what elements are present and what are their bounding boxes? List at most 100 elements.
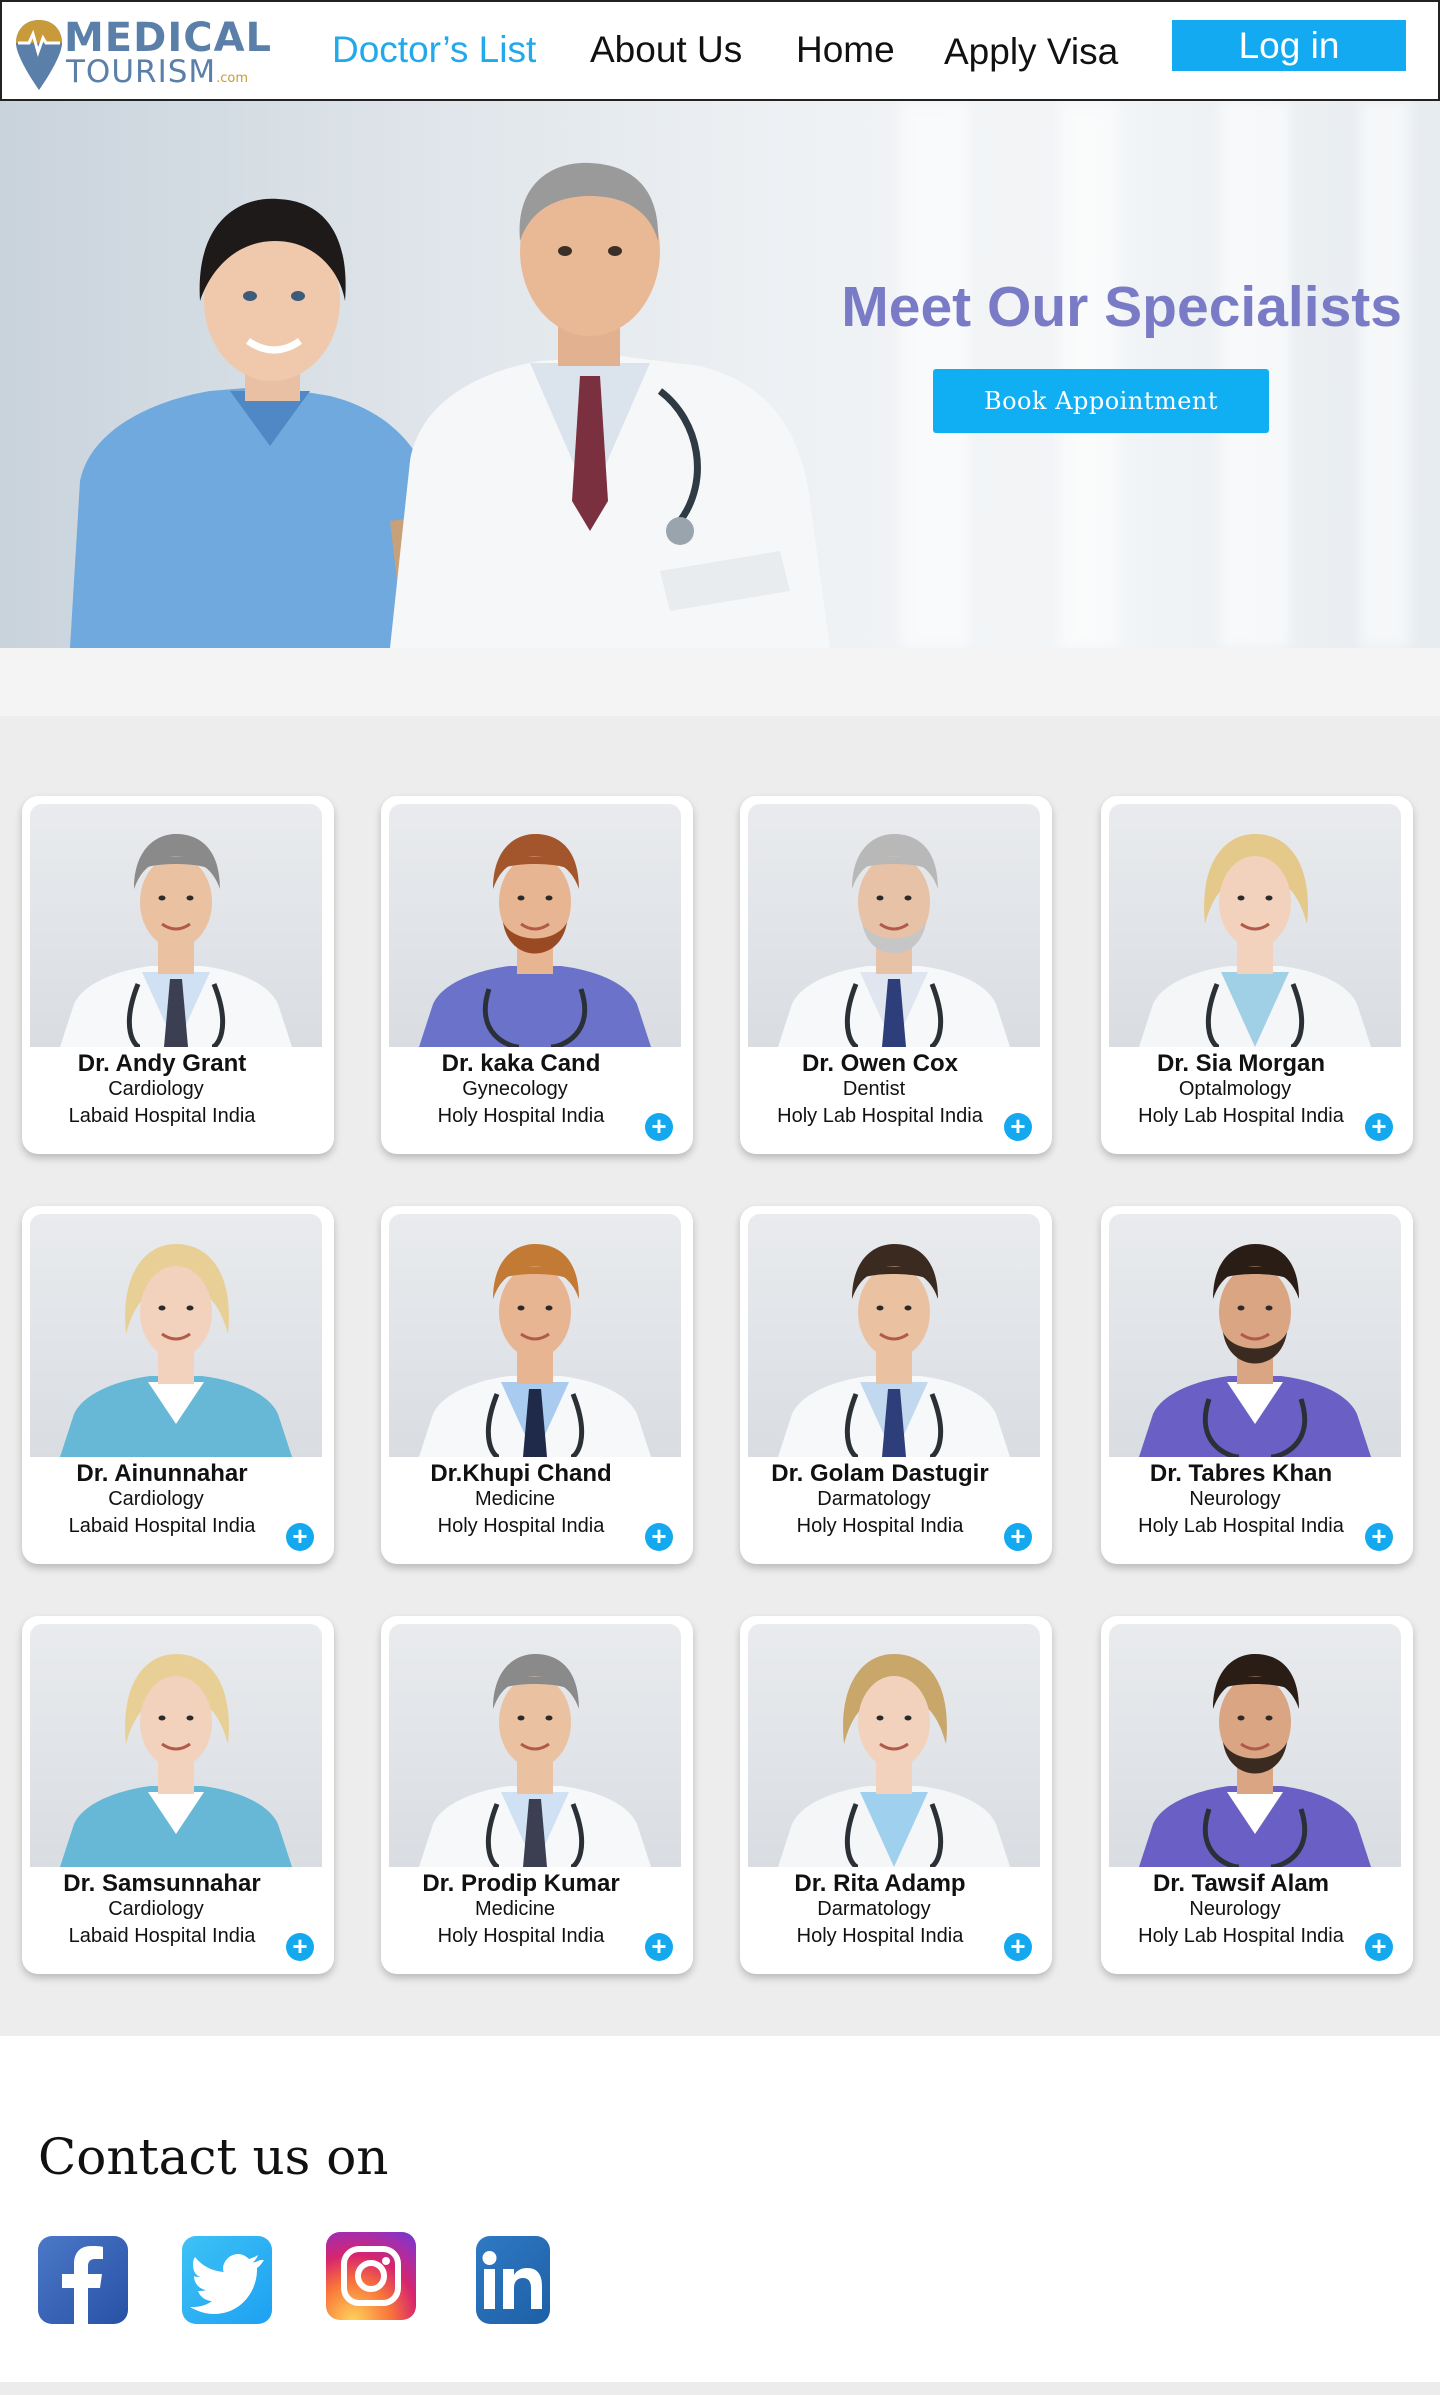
doctor-photo <box>389 804 681 1047</box>
add-doctor-icon[interactable]: + <box>1004 1933 1032 1961</box>
doctor-card[interactable]: Dr. Tabres Khan Neurology Holy Lab Hospi… <box>1101 1206 1413 1564</box>
nav-apply-visa[interactable]: Apply Visa <box>944 30 1118 74</box>
add-doctor-icon[interactable]: + <box>645 1113 673 1141</box>
doctor-name: Dr. Tabres Khan <box>1149 1460 1333 1487</box>
doctor-portrait <box>1139 834 1371 1047</box>
doctor-card[interactable]: Dr. Ainunnahar Cardiology Labaid Hospita… <box>22 1206 334 1564</box>
hero-banner: Meet Our Specialists Book Appointment <box>0 101 1440 648</box>
doctor-card[interactable]: Dr. Prodip Kumar Medicine Holy Hospital … <box>381 1616 693 1974</box>
doctor-portrait <box>60 834 292 1047</box>
doctor-photo <box>30 804 322 1047</box>
doctor-specialty: Darmatology <box>817 1898 931 1920</box>
doctor-hospital: Holy Hospital India <box>796 1515 964 1537</box>
top-navbar: MEDICAL TOURISM.com Doctor’s List About … <box>0 0 1440 101</box>
doctor-specialty: Neurology <box>1189 1898 1281 1920</box>
doctor-portrait <box>60 1244 292 1457</box>
instagram-icon[interactable] <box>326 2232 416 2320</box>
logo-pin-icon <box>16 20 62 90</box>
doctor-card[interactable]: Dr. Tawsif Alam Neurology Holy Lab Hospi… <box>1101 1616 1413 1974</box>
doctor-name: Dr. Golam Dastugir <box>771 1460 989 1487</box>
doctor-specialty: Medicine <box>474 1488 556 1510</box>
doctor-hospital: Holy Hospital India <box>796 1925 964 1947</box>
nav-home[interactable]: Home <box>796 28 895 72</box>
contact-title: Contact us on <box>38 2128 389 2186</box>
hero-doctors-image <box>70 162 830 648</box>
logo-text-medical: MEDICAL <box>64 15 273 61</box>
doctor-portrait <box>778 834 1010 1047</box>
doctor-photo <box>389 1214 681 1457</box>
add-doctor-icon[interactable]: + <box>1365 1113 1393 1141</box>
twitter-icon[interactable] <box>182 2236 272 2324</box>
doctor-portrait <box>1139 1244 1371 1457</box>
doctor-photo <box>748 1624 1040 1867</box>
add-doctor-icon[interactable]: + <box>645 1933 673 1961</box>
doctor-portrait <box>419 1244 651 1457</box>
add-doctor-icon[interactable]: + <box>286 1933 314 1961</box>
nav-doctors-list[interactable]: Doctor’s List <box>332 28 536 72</box>
nav-about-us[interactable]: About Us <box>590 28 742 72</box>
doctor-photo <box>389 1624 681 1867</box>
doctor-portrait <box>1139 1654 1371 1867</box>
doctor-hospital: Labaid Hospital India <box>68 1105 256 1127</box>
doctor-card[interactable]: Dr. Golam Dastugir Darmatology Holy Hosp… <box>740 1206 1052 1564</box>
doctor-specialty: Medicine <box>474 1898 556 1920</box>
doctor-name: Dr. Andy Grant <box>77 1050 247 1077</box>
logo[interactable]: MEDICAL TOURISM.com <box>14 16 271 92</box>
hero-window-light <box>1360 101 1410 648</box>
doctor-photo <box>1109 1214 1401 1457</box>
doctor-name: Dr. kaka Cand <box>441 1050 601 1077</box>
linkedin-icon[interactable] <box>476 2236 550 2324</box>
doctor-hospital: Labaid Hospital India <box>68 1515 256 1537</box>
footer-bar <box>0 2382 1440 2395</box>
add-doctor-icon[interactable]: + <box>645 1523 673 1551</box>
doctor-name: Dr. Prodip Kumar <box>422 1870 620 1897</box>
doctor-specialty: Gynecology <box>462 1078 568 1100</box>
doctor-card[interactable]: Dr. Samsunnahar Cardiology Labaid Hospit… <box>22 1616 334 1974</box>
doctor-specialty: Cardiology <box>108 1488 204 1510</box>
doctor-name: Dr. Ainunnahar <box>76 1460 248 1487</box>
doctor-photo <box>1109 1624 1401 1867</box>
doctor-hospital: Labaid Hospital India <box>68 1925 256 1947</box>
add-doctor-icon[interactable]: + <box>286 1523 314 1551</box>
doctor-specialty: Cardiology <box>108 1078 204 1100</box>
book-appointment-button[interactable]: Book Appointment <box>933 369 1269 433</box>
doctor-hospital: Holy Hospital India <box>437 1515 605 1537</box>
doctor-portrait <box>419 834 651 1047</box>
hero-title: Meet Our Specialists <box>841 275 1402 339</box>
doctor-name: Dr. Samsunnahar <box>63 1870 261 1897</box>
doctor-name: Dr. Owen Cox <box>801 1050 959 1077</box>
login-button[interactable]: Log in <box>1172 20 1406 71</box>
doctor-card[interactable]: Dr. Owen Cox Dentist Holy Lab Hospital I… <box>740 796 1052 1154</box>
add-doctor-icon[interactable]: + <box>1365 1933 1393 1961</box>
doctor-card[interactable]: Dr. Rita Adamp Darmatology Holy Hospital… <box>740 1616 1052 1974</box>
add-doctor-icon[interactable]: + <box>1004 1523 1032 1551</box>
contact-section: Contact us on <box>0 2036 1440 2382</box>
doctor-specialty: Optalmology <box>1178 1078 1292 1100</box>
doctor-hospital: Holy Lab Hospital India <box>1138 1105 1344 1127</box>
doctor-portrait <box>60 1654 292 1867</box>
doctor-photo <box>30 1624 322 1867</box>
doctor-hospital: Holy Hospital India <box>437 1925 605 1947</box>
doctor-portrait <box>778 1654 1010 1867</box>
doctor-photo <box>30 1214 322 1457</box>
add-doctor-icon[interactable]: + <box>1365 1523 1393 1551</box>
doctor-specialty: Cardiology <box>108 1898 204 1920</box>
doctor-card[interactable]: Dr. kaka Cand Gynecology Holy Hospital I… <box>381 796 693 1154</box>
doctor-hospital: Holy Lab Hospital India <box>1138 1925 1344 1947</box>
doctor-specialty: Neurology <box>1189 1488 1281 1510</box>
doctor-card[interactable]: Dr. Sia Morgan Optalmology Holy Lab Hosp… <box>1101 796 1413 1154</box>
doctor-name: Dr. Sia Morgan <box>1156 1050 1326 1077</box>
doctor-photo <box>1109 804 1401 1047</box>
logo-text-tourism: TOURISM.com <box>66 54 249 90</box>
logo-suffix: .com <box>216 71 249 86</box>
doctor-photo <box>748 1214 1040 1457</box>
doctor-name: Dr. Tawsif Alam <box>1152 1870 1330 1897</box>
doctor-name: Dr.Khupi Chand <box>430 1460 612 1487</box>
add-doctor-icon[interactable]: + <box>1004 1113 1032 1141</box>
doctor-specialty: Darmatology <box>817 1488 931 1510</box>
doctor-card[interactable]: Dr. Andy Grant Cardiology Labaid Hospita… <box>22 796 334 1154</box>
doctor-specialty: Dentist <box>842 1078 906 1100</box>
doctor-portrait <box>419 1654 651 1867</box>
doctor-card[interactable]: Dr.Khupi Chand Medicine Holy Hospital In… <box>381 1206 693 1564</box>
facebook-icon[interactable] <box>38 2236 128 2324</box>
